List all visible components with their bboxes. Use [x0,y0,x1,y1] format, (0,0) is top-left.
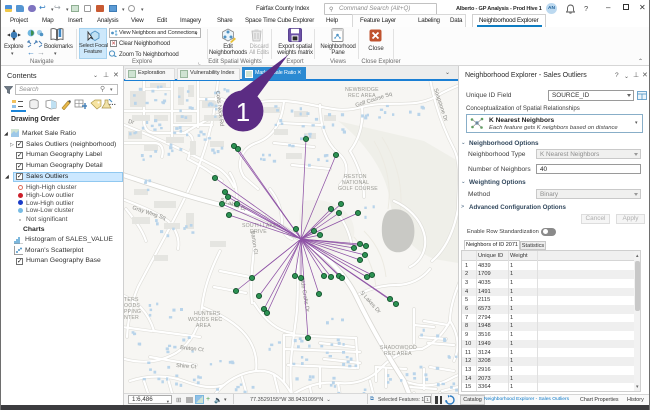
svg-text:REC AREA: REC AREA [384,351,412,357]
svg-text:1: 1 [236,97,250,127]
svg-text:Dr: Dr [128,119,135,126]
svg-text:AREA: AREA [196,323,211,329]
svg-text:GOLF COURSE: GOLF COURSE [338,186,378,192]
svg-text:NTER: NTER [124,315,139,321]
